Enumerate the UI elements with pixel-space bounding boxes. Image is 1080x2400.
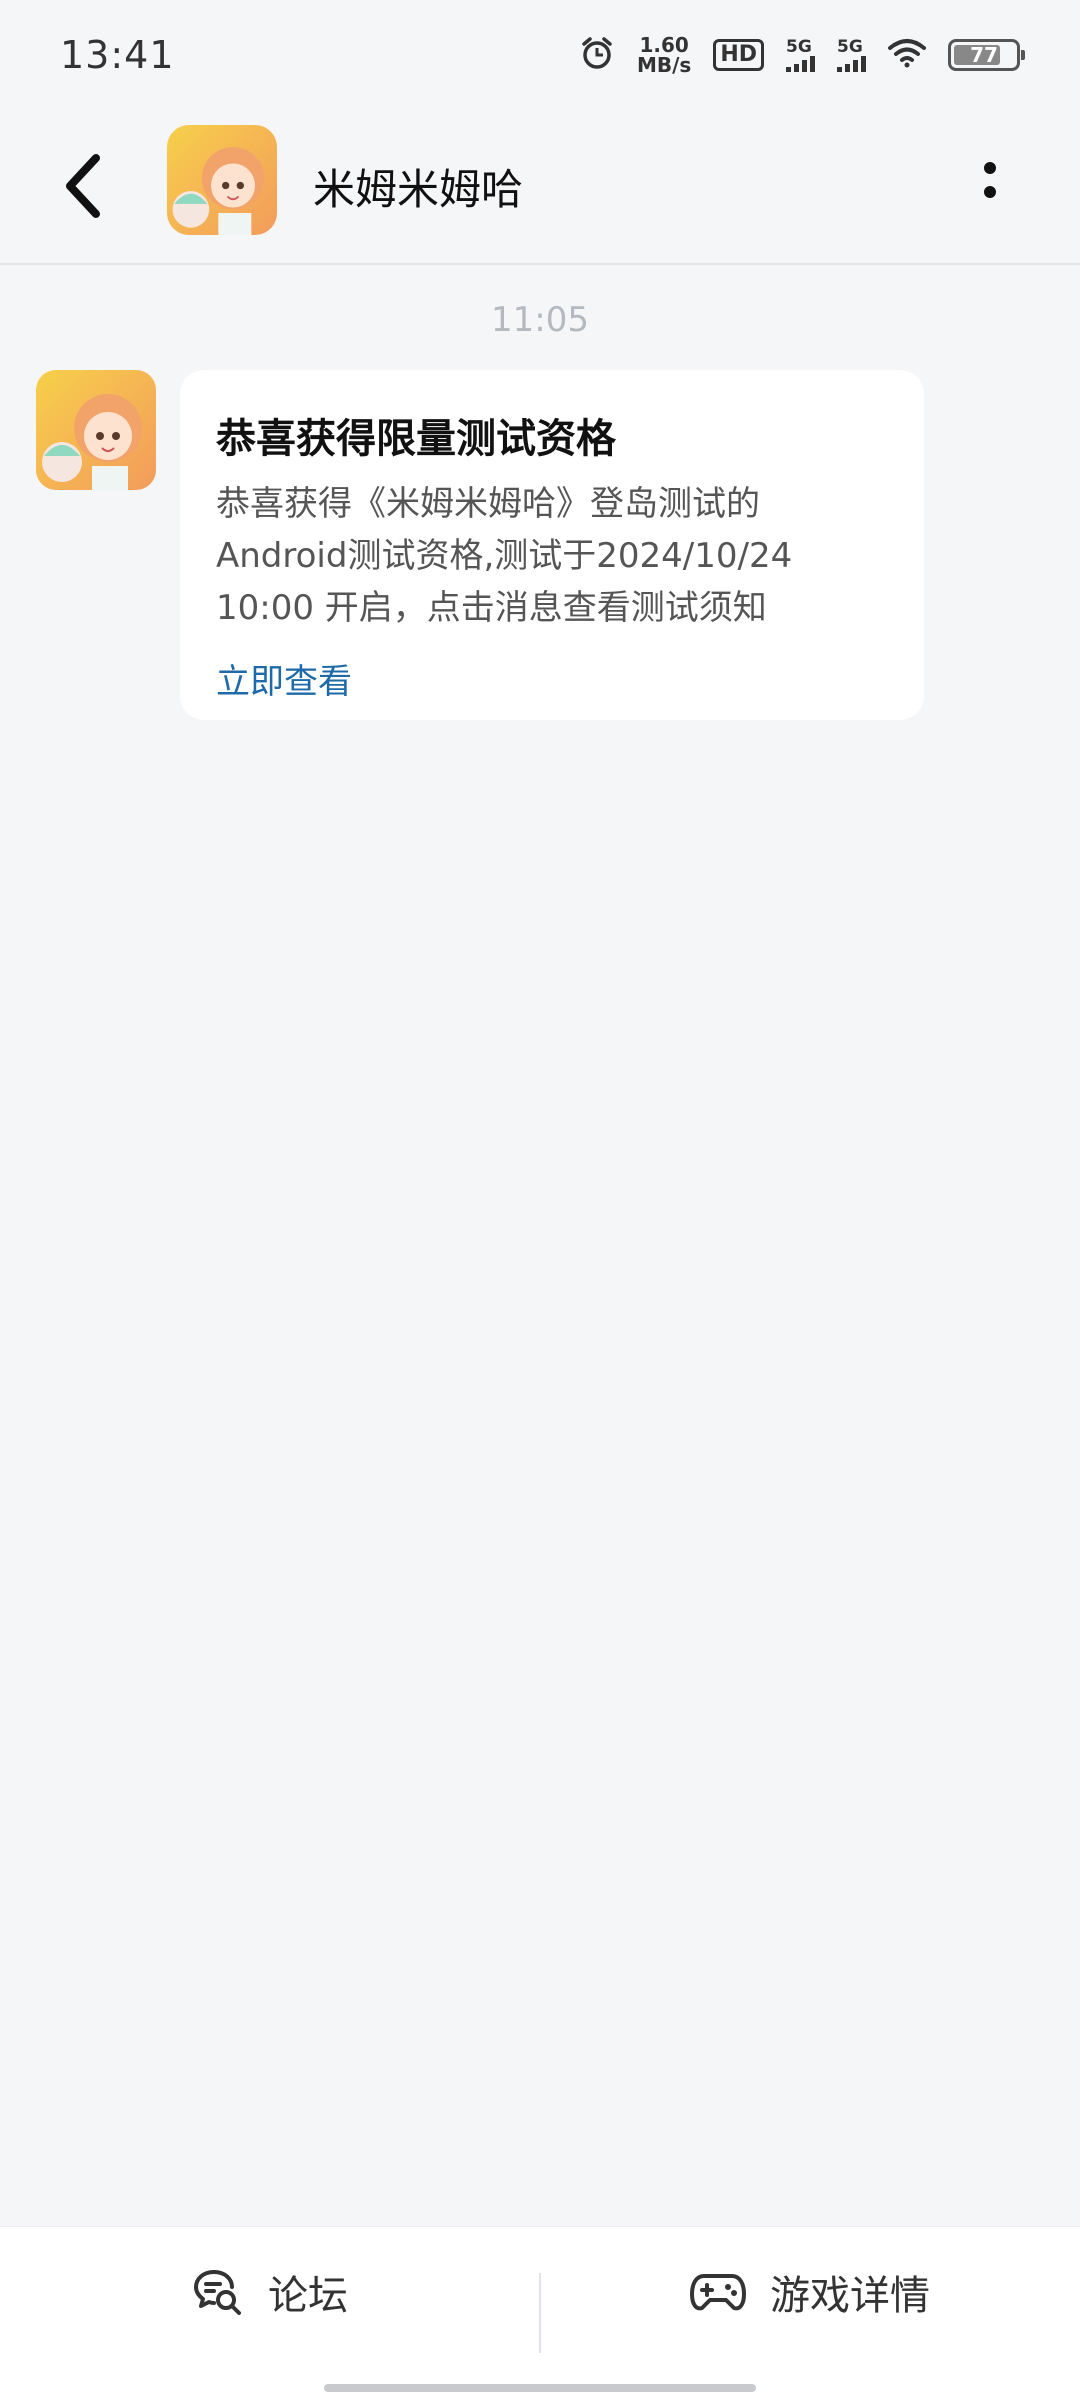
signal-label: 5G [837,36,863,57]
message-card[interactable]: 恭喜获得限量测试资格 恭喜获得《米姆米姆哈》登岛测试的Android测试资格,测… [180,370,924,720]
view-now-link[interactable]: 立即查看 [216,654,352,703]
home-indicator[interactable] [324,2384,756,2392]
bottom-bar: 论坛 游戏详情 [0,2226,1080,2400]
network-speed-unit: MB/s [636,53,692,77]
game-details-tab[interactable]: 游戏详情 [540,2227,1080,2357]
status-time: 13:41 [60,33,175,77]
forum-label: 论坛 [268,2273,348,2319]
signal-label: 5G [786,36,812,57]
signal-icon: 5G [837,36,866,72]
status-icons: 1.60 MB/s HD 5G 5G 77 [579,35,1025,75]
alarm-icon [579,35,615,75]
message-body: 恭喜获得《米姆米姆哈》登岛测试的Android测试资格,测试于2024/10/2… [216,484,793,628]
message-title: 恭喜获得限量测试资格 [216,416,616,462]
chat-header: 米姆米姆哈 [0,110,1080,265]
game-details-label: 游戏详情 [770,2273,930,2319]
more-vertical-icon [984,162,996,198]
network-speed: 1.60 MB/s [637,35,691,75]
back-button[interactable] [56,146,116,226]
game-avatar[interactable] [167,125,277,235]
battery-icon: 77 [948,39,1025,71]
more-button[interactable] [970,150,1010,210]
status-bar: 13:41 1.60 MB/s HD 5G 5G 77 [0,0,1080,110]
network-speed-value: 1.60 [639,33,689,57]
battery-level: 77 [970,43,998,67]
gamepad-icon [690,2274,746,2311]
page-title: 米姆米姆哈 [313,165,524,214]
message-timestamp: 11:05 [491,300,589,340]
sender-avatar[interactable] [36,370,156,490]
signal-icon: 5G [786,36,815,72]
forum-tab[interactable]: 论坛 [0,2227,540,2357]
wifi-icon [888,38,926,72]
chat-search-icon [194,2270,241,2315]
chevron-left-icon [66,154,100,218]
hd-icon: HD [713,39,764,71]
screen: 13:41 1.60 MB/s HD 5G 5G 77 米姆米姆哈 11:05 … [0,0,1080,2400]
